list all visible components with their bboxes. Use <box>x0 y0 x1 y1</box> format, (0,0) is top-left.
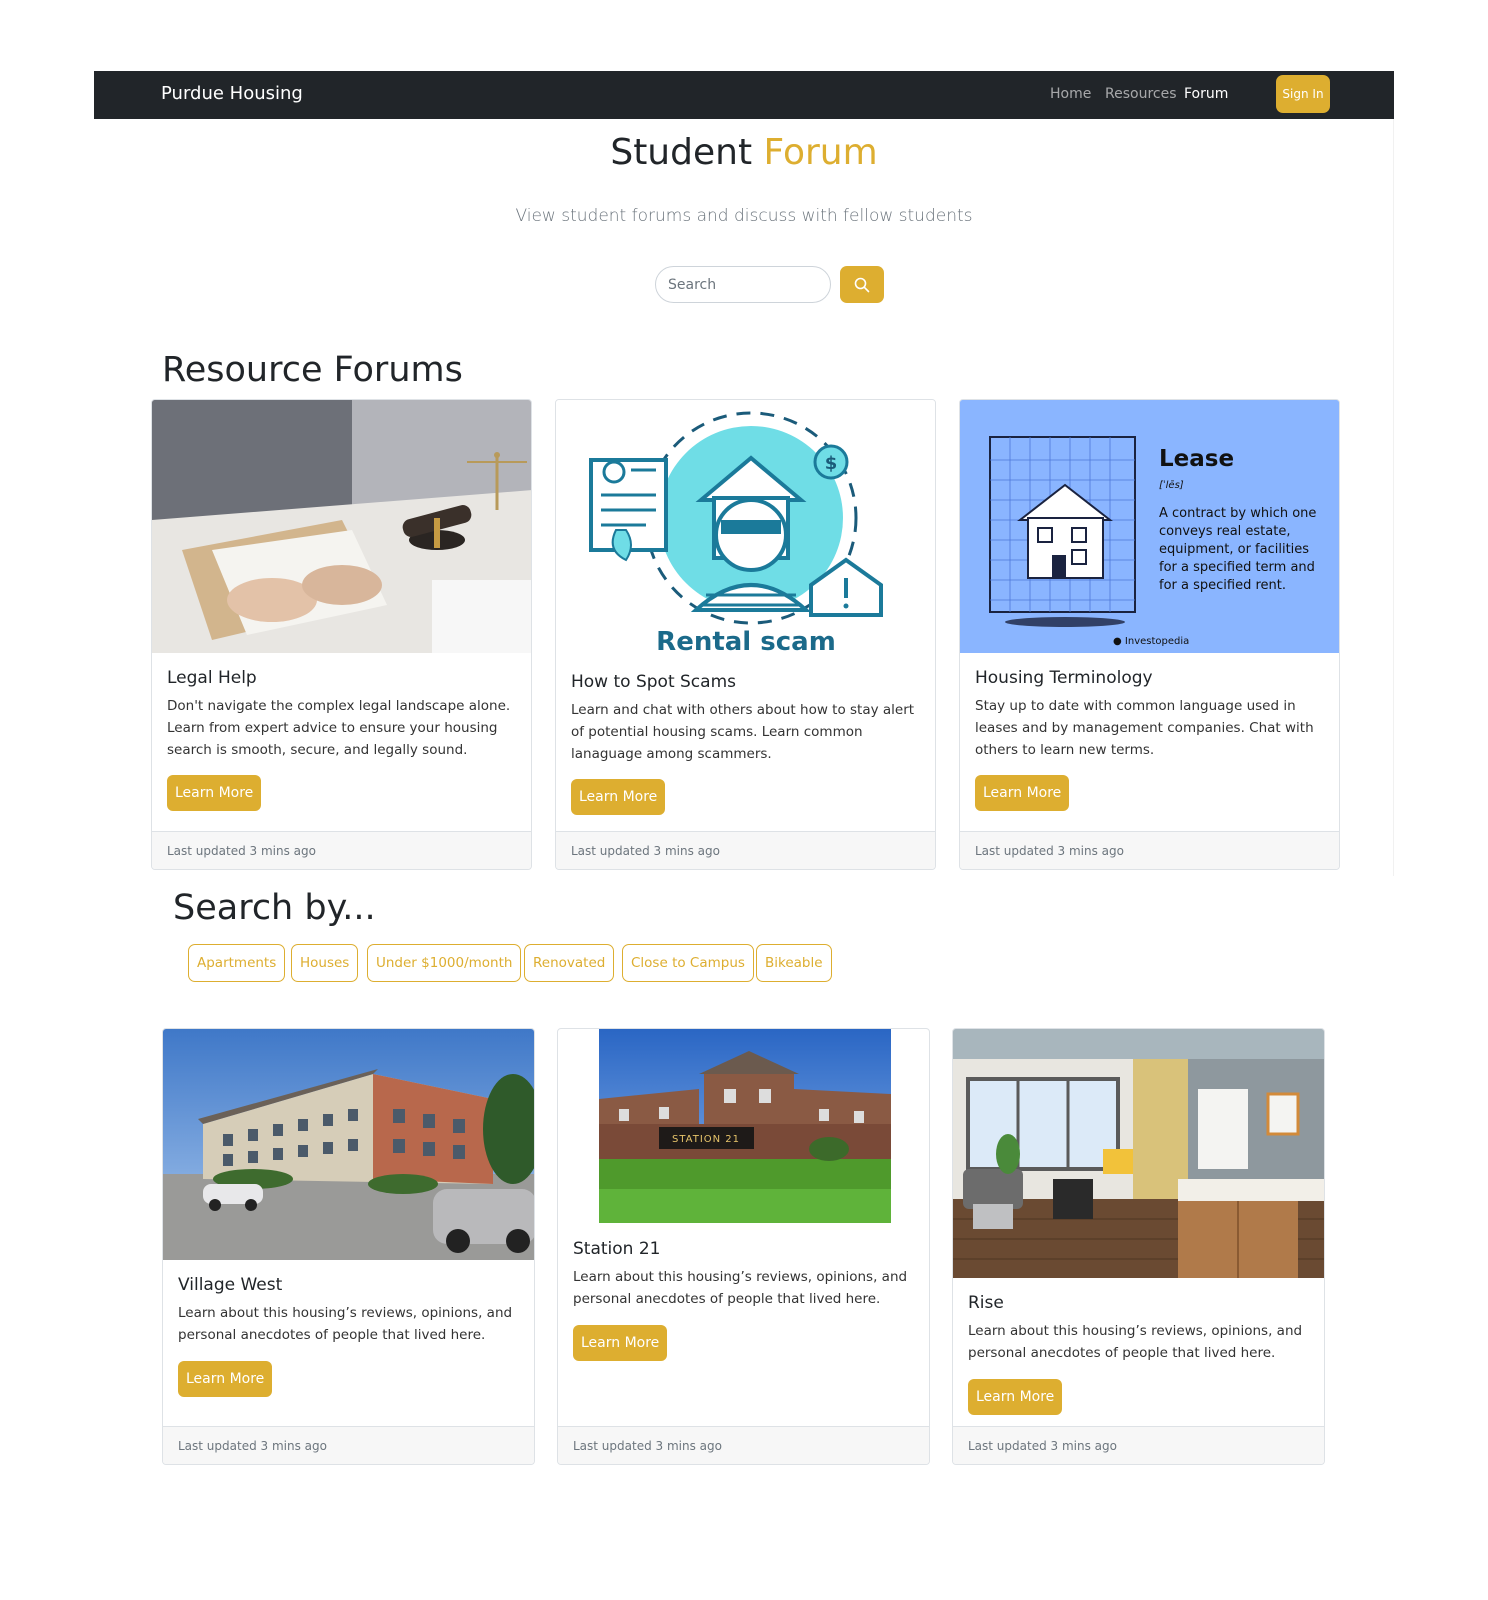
card-footer: Last updated 3 mins ago <box>960 831 1339 869</box>
station-21-image: STATION 21 <box>599 1029 891 1223</box>
filter-tag-apartments[interactable]: Apartments <box>188 944 286 982</box>
search-by-heading: Search by... <box>173 888 376 928</box>
lease-definition-image: Lease [ˈlēs] A contract by which one con… <box>960 400 1339 653</box>
last-updated-text: Last updated 3 mins ago <box>571 844 720 858</box>
filter-tag-renovated[interactable]: Renovated <box>524 944 615 982</box>
forum-card-legal-help: Legal Help Don't navigate the complex le… <box>151 399 532 870</box>
page-title-main: Student <box>610 132 753 173</box>
forum-card-title: Housing Terminology <box>975 668 1153 688</box>
learn-more-button[interactable]: Learn More <box>968 1379 1063 1415</box>
filter-tag-houses[interactable]: Houses <box>291 944 359 982</box>
learn-more-button[interactable]: Learn More <box>167 775 262 811</box>
nav-link-resources[interactable]: Resources <box>1105 86 1177 102</box>
legal-help-image <box>152 400 531 653</box>
learn-more-button[interactable]: Learn More <box>573 1325 668 1361</box>
lease-definition: A contract by which one conveys real est… <box>1159 506 1317 593</box>
last-updated-text: Last updated 3 mins ago <box>167 844 316 858</box>
forum-card-title: Legal Help <box>167 668 257 688</box>
learn-more-button[interactable]: Learn More <box>178 1361 273 1397</box>
filter-tag-under-1000[interactable]: Under $1000/month <box>367 944 522 982</box>
page-title: Student Forum <box>0 132 1488 173</box>
village-west-image <box>163 1029 534 1260</box>
last-updated-text: Last updated 3 mins ago <box>573 1439 722 1453</box>
svg-text:$: $ <box>825 453 838 474</box>
housing-card-title: Village West <box>178 1275 283 1295</box>
last-updated-text: Last updated 3 mins ago <box>975 844 1124 858</box>
forum-card-text: Don't navigate the complex legal landsca… <box>167 698 511 758</box>
investopedia-logo-icon: ● <box>1113 636 1122 647</box>
sign-in-button[interactable]: Sign In <box>1276 75 1330 113</box>
learn-more-button[interactable]: Learn More <box>975 775 1070 811</box>
forum-card-text: Stay up to date with common language use… <box>975 698 1314 758</box>
housing-card-title: Station 21 <box>573 1239 661 1259</box>
resource-forums-heading: Resource Forums <box>162 350 463 390</box>
learn-more-button[interactable]: Learn More <box>571 779 666 815</box>
page-subtitle: View student forums and discuss with fel… <box>515 206 973 226</box>
search-input[interactable] <box>655 266 831 303</box>
brand-logo-text[interactable]: Purdue Housing <box>161 83 303 104</box>
housing-card-village-west: Village West Learn about this housing’s … <box>162 1028 535 1465</box>
card-footer: Last updated 3 mins ago <box>558 1426 929 1464</box>
housing-card-text: Learn about this housing’s reviews, opin… <box>178 1305 513 1343</box>
search-button[interactable] <box>840 266 884 303</box>
housing-card-rise: Rise Learn about this housing’s reviews,… <box>952 1028 1325 1465</box>
lease-pronunciation: [ˈlēs] <box>1159 480 1184 491</box>
forum-card-text: Learn and chat with others about how to … <box>571 702 915 762</box>
filter-tag-bikeable[interactable]: Bikeable <box>756 944 832 982</box>
housing-card-station-21: STATION 21 Station 21 Learn about this h… <box>557 1028 930 1465</box>
last-updated-text: Last updated 3 mins ago <box>968 1439 1117 1453</box>
rental-scam-image: $ Rental scam <box>556 400 935 657</box>
card-footer: Last updated 3 mins ago <box>953 1426 1324 1464</box>
housing-card-text: Learn about this housing’s reviews, opin… <box>968 1323 1303 1361</box>
station-21-sign-text: STATION 21 <box>672 1134 740 1145</box>
search-icon <box>854 277 870 293</box>
rise-image <box>953 1029 1324 1278</box>
forum-card-housing-terminology: Lease [ˈlēs] A contract by which one con… <box>959 399 1340 870</box>
card-footer: Last updated 3 mins ago <box>163 1426 534 1464</box>
nav-link-forum[interactable]: Forum <box>1184 86 1228 102</box>
card-footer: Last updated 3 mins ago <box>152 831 531 869</box>
last-updated-text: Last updated 3 mins ago <box>178 1439 327 1453</box>
investopedia-credit-text: Investopedia <box>1124 636 1190 647</box>
page-title-accent: Forum <box>763 132 878 173</box>
housing-card-text: Learn about this housing’s reviews, opin… <box>573 1269 908 1307</box>
forum-card-title: How to Spot Scams <box>571 672 736 692</box>
lease-heading: Lease <box>1159 446 1235 472</box>
card-footer: Last updated 3 mins ago <box>556 831 935 869</box>
forum-card-spot-scams: $ Rental scam How to Spot Scams Learn an… <box>555 399 936 870</box>
nav-link-home[interactable]: Home <box>1050 86 1091 102</box>
rental-scam-caption: Rental scam <box>656 627 836 657</box>
housing-card-title: Rise <box>968 1293 1004 1313</box>
navbar: Purdue Housing Home Resources Forum Sign… <box>94 71 1394 119</box>
filter-tag-close-to-campus[interactable]: Close to Campus <box>622 944 754 982</box>
investopedia-credit: ● Investopedia <box>1113 636 1189 647</box>
